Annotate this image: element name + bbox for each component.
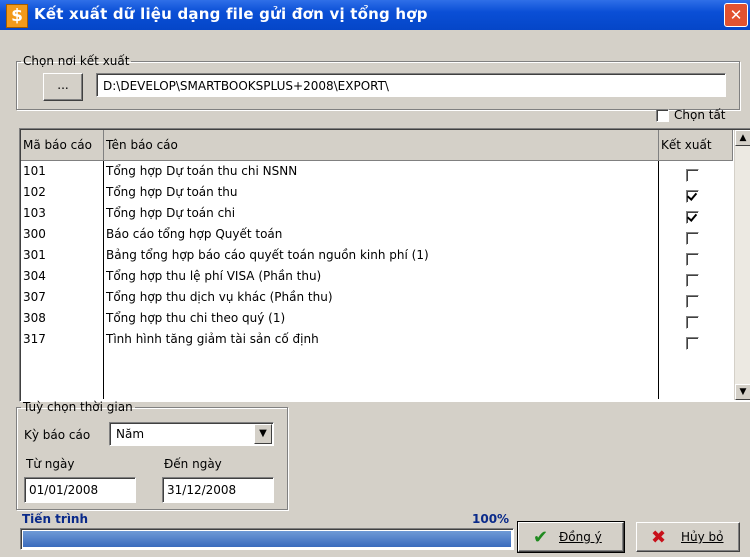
cancel-button-label: Hủy bỏ	[681, 530, 724, 544]
app-dollar-icon: $	[6, 4, 28, 28]
report-name: Báo cáo tổng hợp Quyết toán	[106, 227, 283, 241]
column-header-export[interactable]: Kết xuất	[659, 130, 733, 160]
column-header-name[interactable]: Tên báo cáo	[104, 130, 659, 160]
report-name: Tổng hợp thu chi theo quý (1)	[106, 311, 286, 325]
cancel-button[interactable]: ✖ Hủy bỏ	[636, 522, 740, 552]
report-code: 102	[23, 185, 46, 199]
table-row[interactable]: 103 Tổng hợp Dự toán chi	[21, 203, 733, 224]
table-header: Mã báo cáo Tên báo cáo Kết xuất	[21, 130, 733, 161]
report-code: 308	[23, 311, 46, 325]
report-table: Mã báo cáo Tên báo cáo Kết xuất 101 Tổng …	[19, 128, 750, 402]
report-name: Tổng hợp thu dịch vụ khác (Phần thu)	[106, 290, 333, 304]
table-row[interactable]: 317 Tình hình tăng giảm tài sản cố định	[21, 329, 733, 350]
scroll-up-icon[interactable]: ▲	[735, 130, 750, 146]
progress-fill	[23, 531, 511, 547]
period-label: Kỳ báo cáo	[24, 428, 91, 442]
report-code: 101	[23, 164, 46, 178]
window-title: Kết xuất dữ liệu dạng file gửi đơn vị tổ…	[34, 5, 428, 23]
vertical-scrollbar[interactable]: ▲ ▼	[734, 130, 750, 400]
chevron-down-icon[interactable]: ▼	[254, 424, 272, 444]
report-name: Bảng tổng hợp báo cáo quyết toán nguồn k…	[106, 248, 429, 262]
column-header-code[interactable]: Mã báo cáo	[21, 130, 104, 160]
cross-icon: ✖	[651, 527, 667, 548]
scroll-down-icon[interactable]: ▼	[735, 384, 750, 400]
export-checkbox[interactable]	[686, 316, 699, 329]
export-checkbox-cell	[686, 333, 699, 354]
to-date-label: Đến ngày	[164, 457, 222, 471]
report-name: Tổng hợp Dự toán thu	[106, 185, 238, 199]
checkmark-icon: ✔	[533, 527, 549, 548]
report-code: 300	[23, 227, 46, 241]
export-checkbox[interactable]	[686, 211, 699, 224]
ok-button-label: Đồng ý	[559, 530, 602, 544]
to-date-field[interactable]: 31/12/2008	[162, 477, 274, 503]
from-date-label: Từ ngày	[26, 457, 75, 471]
progress-bar	[20, 528, 514, 550]
from-date-field[interactable]: 01/01/2008	[24, 477, 136, 503]
export-path-field[interactable]: D:\DEVELOP\SMARTBOOKSPLUS+2008\EXPORT\	[96, 73, 726, 97]
report-name: Tổng hợp Dự toán chi	[106, 206, 236, 220]
export-checkbox[interactable]	[686, 253, 699, 266]
report-name: Tổng hợp Dự toán thu chi NSNN	[106, 164, 298, 178]
table-body: 101 Tổng hợp Dự toán thu chi NSNN 102 Tổng …	[21, 161, 733, 399]
select-all-label: Chọn tất	[674, 108, 726, 122]
export-checkbox[interactable]	[686, 190, 699, 203]
table-row[interactable]: 300 Báo cáo tổng hợp Quyết toán	[21, 224, 733, 245]
title-bar: $ Kết xuất dữ liệu dạng file gửi đơn vị …	[0, 0, 750, 30]
export-checkbox[interactable]	[686, 337, 699, 350]
export-checkbox[interactable]	[686, 274, 699, 287]
close-button[interactable]: ✕	[724, 3, 748, 27]
progress-percent: 100%	[472, 512, 510, 526]
period-select[interactable]: Năm ▼	[109, 422, 274, 446]
time-options-legend: Tuỳ chọn thời gian	[23, 400, 133, 414]
table-row[interactable]: 307 Tổng hợp thu dịch vụ khác (Phần thu)	[21, 287, 733, 308]
table-row[interactable]: 304 Tổng hợp thu lệ phí VISA (Phần thu)	[21, 266, 733, 287]
export-checkbox[interactable]	[686, 295, 699, 308]
table-row[interactable]: 101 Tổng hợp Dự toán thu chi NSNN	[21, 161, 733, 182]
report-code: 304	[23, 269, 46, 283]
report-code: 301	[23, 248, 46, 262]
ok-button[interactable]: ✔ Đồng ý	[517, 521, 625, 553]
select-all-checkbox[interactable]	[656, 109, 669, 122]
report-name: Tổng hợp thu lệ phí VISA (Phần thu)	[106, 269, 322, 283]
period-value: Năm	[116, 427, 145, 441]
table-row[interactable]: 102 Tổng hợp Dự toán thu	[21, 182, 733, 203]
export-location-legend: Chọn nơi kết xuất	[23, 54, 130, 68]
browse-button[interactable]: ...	[43, 73, 83, 101]
export-checkbox[interactable]	[686, 169, 699, 182]
table-row[interactable]: 301 Bảng tổng hợp báo cáo quyết toán nguồ…	[21, 245, 733, 266]
report-name: Tình hình tăng giảm tài sản cố định	[106, 332, 319, 346]
progress-label: Tiến trình	[22, 512, 89, 526]
report-code: 317	[23, 332, 46, 346]
table-row[interactable]: 308 Tổng hợp thu chi theo quý (1)	[21, 308, 733, 329]
report-code: 307	[23, 290, 46, 304]
export-checkbox[interactable]	[686, 232, 699, 245]
report-code: 103	[23, 206, 46, 220]
